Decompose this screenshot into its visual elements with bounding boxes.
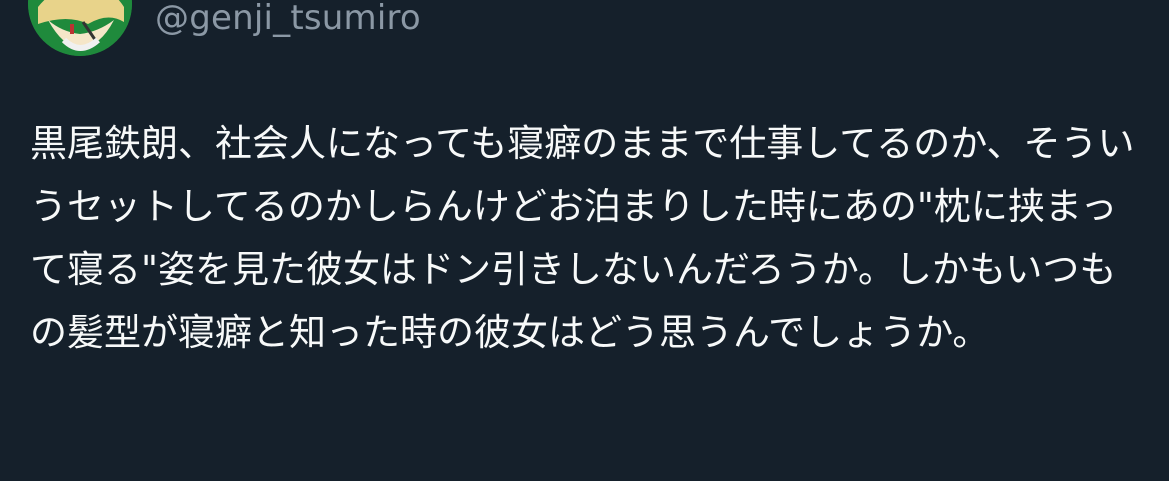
user-avatar[interactable]	[28, 0, 132, 56]
tweet: @genji_tsumiro 黒尾鉄朗、社会人になっても寝癖のままで仕事してるの…	[0, 0, 1169, 481]
user-handle[interactable]: @genji_tsumiro	[155, 0, 421, 38]
tweet-text: 黒尾鉄朗、社会人になっても寝癖のままで仕事してるのか、そういうセットしてるのかし…	[30, 122, 1135, 354]
avatar-illustration-icon	[28, 0, 132, 56]
